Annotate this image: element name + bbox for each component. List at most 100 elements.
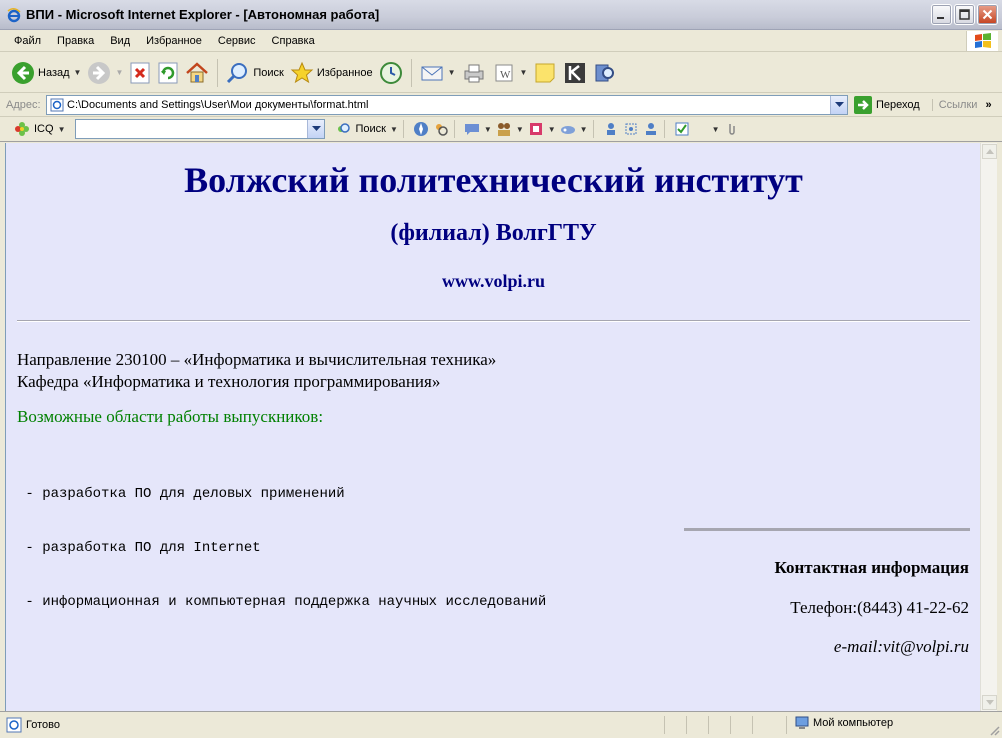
mail-dropdown-icon[interactable]: ▼ bbox=[448, 68, 456, 77]
icq-more-dropdown-icon[interactable]: ▼ bbox=[708, 125, 720, 134]
page-subheading: (филиал) ВолгГТУ bbox=[390, 220, 597, 246]
history-button[interactable] bbox=[376, 57, 406, 89]
refresh-icon bbox=[158, 62, 178, 83]
icq-add-button[interactable] bbox=[623, 121, 639, 137]
icq-games-button[interactable]: ▼ bbox=[528, 121, 556, 137]
favorites-button[interactable]: Избранное bbox=[287, 57, 376, 89]
icq-attach-button[interactable] bbox=[724, 121, 740, 137]
maximize-icon bbox=[959, 9, 970, 20]
icq-button[interactable]: ICQ ▼ bbox=[14, 121, 65, 137]
home-button[interactable] bbox=[182, 57, 212, 89]
history-icon bbox=[379, 61, 402, 84]
icq-search-button[interactable]: Поиск ▼ bbox=[335, 121, 398, 137]
search-label: Поиск bbox=[253, 66, 284, 79]
discuss-button[interactable] bbox=[530, 57, 560, 89]
edit-button[interactable]: W ▼ bbox=[489, 57, 531, 89]
icq-label: ICQ bbox=[34, 123, 54, 135]
back-dropdown-icon[interactable]: ▼ bbox=[74, 68, 82, 77]
maximize-button[interactable] bbox=[954, 4, 975, 25]
menu-tools[interactable]: Сервис bbox=[210, 35, 264, 47]
list-item: - информационная и компьютерная поддержк… bbox=[17, 594, 547, 610]
icq-dropdown-icon[interactable]: ▼ bbox=[58, 125, 66, 134]
menu-file[interactable]: Файл bbox=[6, 35, 49, 47]
menu-favorites[interactable]: Избранное bbox=[138, 35, 210, 47]
areas-list: - разработка ПО для деловых применений -… bbox=[17, 449, 546, 647]
icq-chat-button[interactable]: ▼ bbox=[464, 121, 492, 137]
direction-text: Направление 230100 – «Информатика и вычи… bbox=[17, 350, 497, 369]
refresh-button[interactable] bbox=[154, 57, 182, 89]
icq-toolbar: ICQ ▼ Поиск ▼ ▼ ▼ ▼ ▼ ▼ bbox=[0, 117, 1002, 142]
title-bar[interactable]: ВПИ - Microsoft Internet Explorer - [Авт… bbox=[0, 0, 1002, 30]
links-label[interactable]: Ссылки bbox=[931, 98, 977, 111]
edit-dropdown-icon[interactable]: ▼ bbox=[520, 68, 528, 77]
find-person-icon bbox=[606, 123, 615, 135]
status-text: Готово bbox=[26, 719, 60, 731]
page-status-icon bbox=[6, 717, 22, 733]
icq-user-button[interactable] bbox=[643, 121, 659, 137]
stop-icon bbox=[130, 62, 150, 83]
divider bbox=[17, 320, 970, 322]
chat-icon bbox=[464, 124, 479, 135]
user-icon bbox=[645, 123, 656, 135]
cards-icon bbox=[529, 123, 542, 135]
menu-edit[interactable]: Правка bbox=[49, 35, 102, 47]
menu-bar: Файл Правка Вид Избранное Сервис Справка bbox=[0, 30, 1002, 52]
scroll-down-icon[interactable] bbox=[982, 695, 997, 710]
security-zone: Мой компьютер bbox=[794, 715, 893, 731]
icq-find-button[interactable] bbox=[603, 121, 619, 137]
address-label: Адрес: bbox=[6, 98, 41, 111]
messenger-button[interactable] bbox=[560, 57, 590, 89]
back-arrow-icon bbox=[12, 61, 34, 84]
favorites-label: Избранное bbox=[316, 66, 373, 79]
close-button[interactable] bbox=[977, 4, 998, 25]
go-button[interactable]: Переход bbox=[854, 95, 920, 114]
mail-button[interactable]: ▼ bbox=[417, 57, 459, 89]
close-icon bbox=[982, 9, 993, 20]
address-input[interactable]: C:\Documents and Settings\User\Мои докум… bbox=[46, 94, 848, 115]
icq-gamepad-button[interactable]: ▼ bbox=[560, 121, 588, 137]
page-icon bbox=[50, 98, 64, 115]
icq-users-button[interactable] bbox=[433, 121, 449, 137]
address-dropdown-icon[interactable] bbox=[830, 95, 847, 114]
menu-view[interactable]: Вид bbox=[102, 35, 138, 47]
add-person-icon bbox=[625, 123, 637, 135]
status-bar: Готово Мой компьютер bbox=[0, 711, 1002, 738]
forward-arrow-icon bbox=[88, 61, 111, 84]
zone-label: Мой компьютер bbox=[813, 717, 894, 729]
vertical-scrollbar[interactable] bbox=[980, 143, 997, 711]
checklist-icon bbox=[675, 122, 689, 136]
k-icon bbox=[565, 62, 586, 83]
note-icon bbox=[535, 63, 555, 82]
back-button[interactable]: Назад ▼ bbox=[8, 57, 84, 89]
scroll-up-icon[interactable] bbox=[982, 144, 997, 159]
research-button[interactable] bbox=[590, 57, 620, 89]
star-icon bbox=[290, 61, 314, 83]
paperclip-icon bbox=[728, 124, 735, 135]
stop-button[interactable] bbox=[126, 57, 154, 89]
minimize-icon bbox=[937, 17, 944, 19]
page-content: Волжский политехнический институт (филиа… bbox=[5, 143, 980, 711]
address-value: C:\Documents and Settings\User\Мои докум… bbox=[67, 98, 369, 111]
contact-email: e-mail:vit@volpi.ru bbox=[833, 637, 969, 656]
go-arrow-icon bbox=[854, 95, 872, 114]
minimize-button[interactable] bbox=[931, 4, 952, 25]
forward-button[interactable]: ▼ bbox=[84, 57, 126, 89]
icq-compass-button[interactable] bbox=[413, 121, 429, 137]
forward-dropdown-icon[interactable]: ▼ bbox=[115, 68, 123, 77]
contact-divider bbox=[684, 528, 970, 531]
print-button[interactable] bbox=[459, 57, 489, 89]
icq-people-button[interactable]: ▼ bbox=[496, 121, 524, 137]
address-bar: Адрес: C:\Documents and Settings\User\Мо… bbox=[0, 93, 1002, 117]
icq-search-input[interactable] bbox=[75, 119, 326, 139]
resize-grip-icon[interactable] bbox=[988, 724, 1000, 736]
icq-check-button[interactable] bbox=[674, 121, 690, 137]
icq-search-dropdown-icon[interactable] bbox=[307, 120, 325, 138]
search-button[interactable]: Поиск bbox=[223, 57, 286, 89]
menu-help[interactable]: Справка bbox=[264, 35, 323, 47]
my-computer-icon bbox=[795, 716, 809, 729]
printer-icon bbox=[464, 64, 484, 82]
chevron-right-icon[interactable]: » bbox=[985, 99, 991, 111]
standard-toolbar: Назад ▼ ▼ Поиск Избранное ▼ W ▼ bbox=[0, 53, 1002, 93]
icq-search-options-icon[interactable]: ▼ bbox=[390, 125, 398, 134]
windows-logo-icon bbox=[966, 31, 998, 51]
